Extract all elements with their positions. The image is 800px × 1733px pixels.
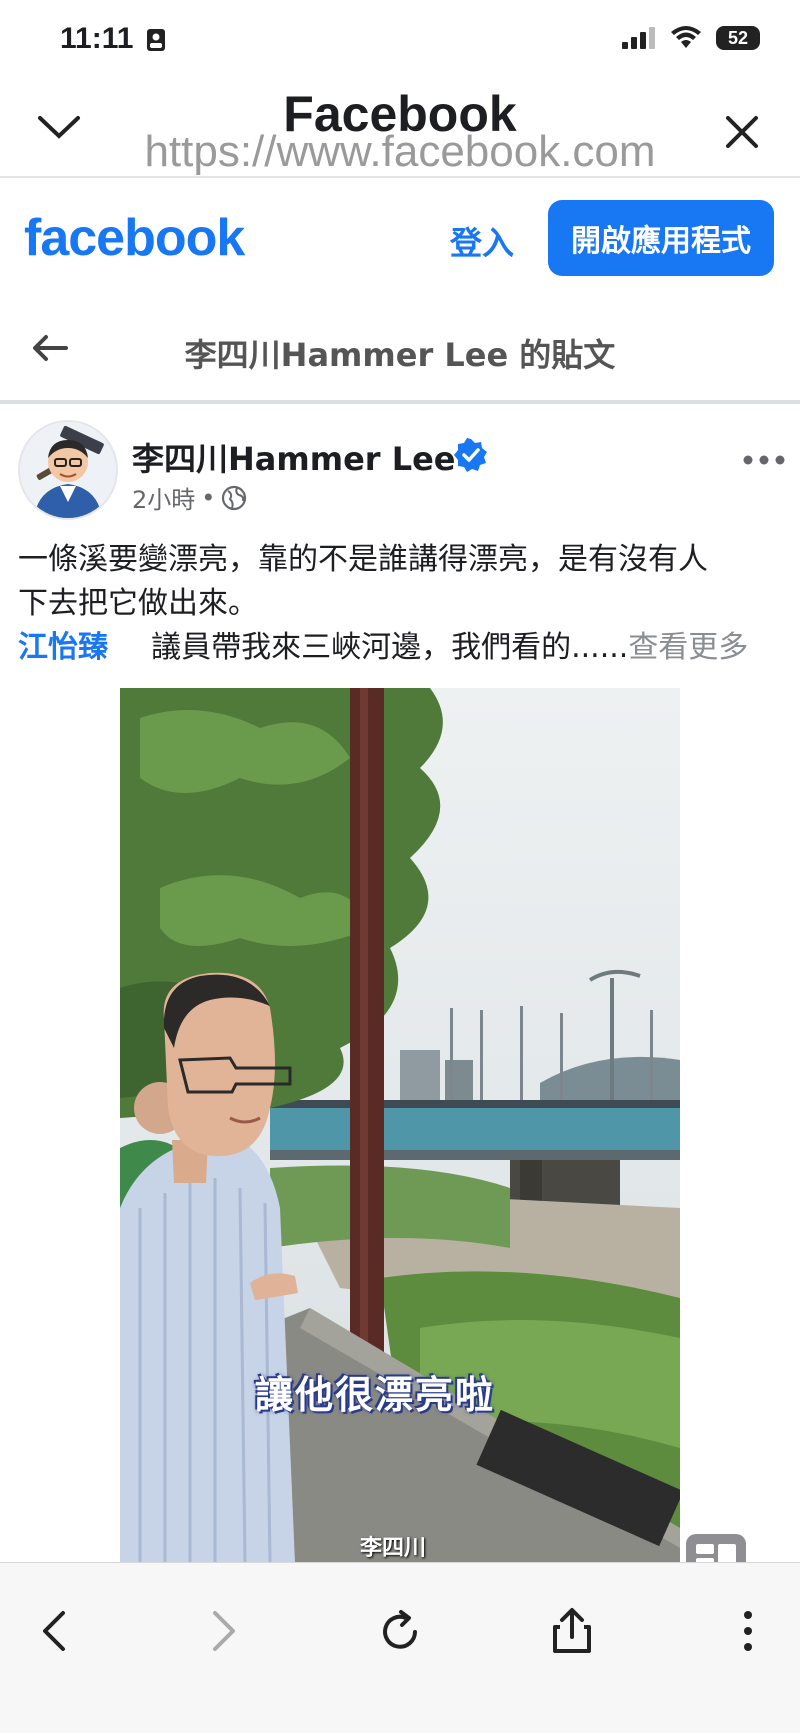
wifi-icon: [671, 26, 701, 48]
status-time-text: 11:11: [60, 22, 134, 55]
post-text-line-3: 江怡臻 議員帶我來三峽河邊，我們看的......查看更多: [18, 628, 748, 668]
back-icon[interactable]: [24, 1601, 84, 1661]
status-time: 11:11: [60, 22, 166, 56]
post-meta: 2小時 •: [132, 480, 247, 515]
post-text-excerpt: 議員帶我來三峽河邊，我們看的......: [151, 630, 629, 665]
globe-icon: [222, 485, 247, 510]
facebook-logo[interactable]: facebook: [24, 206, 245, 270]
battery-level: 52: [727, 27, 749, 48]
post-video[interactable]: [120, 688, 680, 1563]
see-more-link[interactable]: 查看更多: [628, 630, 748, 665]
header-divider: [0, 176, 800, 178]
forward-icon[interactable]: [194, 1601, 254, 1661]
browser-toolbar: [0, 1562, 800, 1733]
vertical-dots-icon[interactable]: [718, 1601, 778, 1661]
meta-separator: •: [201, 483, 216, 512]
post-text-line-1: 一條溪要變漂亮，靠的不是誰講得漂亮，是有沒有人: [18, 542, 708, 577]
signal-icon: [622, 27, 655, 49]
battery-icon: 52: [716, 26, 760, 50]
post-author[interactable]: 李四川Hammer Lee: [132, 434, 456, 480]
status-icons: 52: [622, 26, 760, 50]
post-text-line-2: 下去把它做出來。: [18, 586, 258, 621]
more-icon[interactable]: [742, 440, 786, 475]
login-link[interactable]: 登入: [450, 218, 514, 264]
browser-url[interactable]: https://www.facebook.com: [0, 124, 800, 180]
contact-card-icon: [146, 29, 165, 52]
tagged-user-link[interactable]: 江怡臻: [18, 630, 108, 665]
video-watermark: 李四川: [360, 1536, 427, 1561]
post-time[interactable]: 2小時: [132, 480, 195, 515]
reload-icon[interactable]: [370, 1601, 430, 1661]
avatar[interactable]: [18, 420, 118, 520]
title-divider: [0, 400, 800, 404]
share-icon[interactable]: [542, 1601, 602, 1661]
video-caption: 讓他很漂亮啦: [255, 1373, 496, 1417]
page-title: 李四川Hammer Lee 的貼文: [184, 336, 616, 374]
open-app-button[interactable]: 開啟應用程式: [548, 200, 774, 276]
verified-icon: [454, 438, 488, 472]
close-icon[interactable]: [722, 112, 762, 156]
